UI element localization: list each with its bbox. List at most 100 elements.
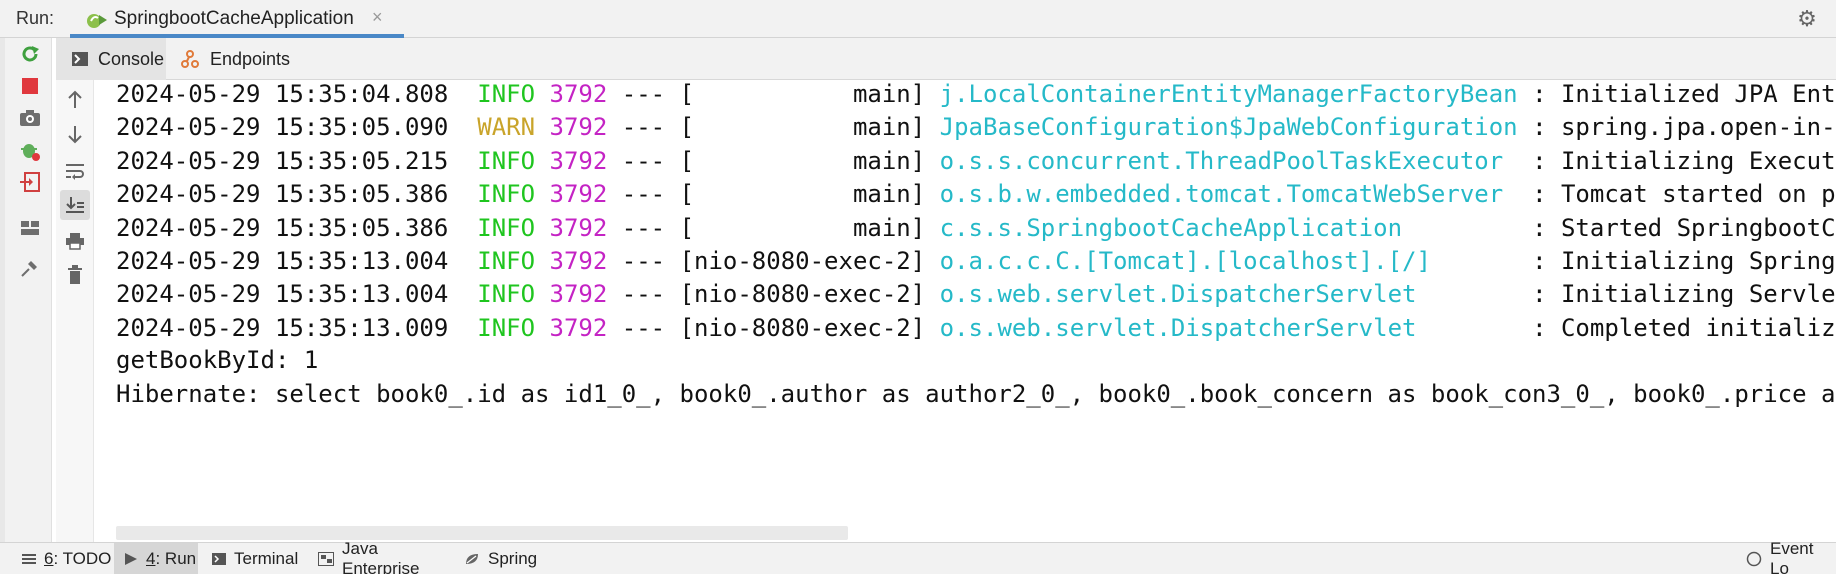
run-icon (124, 552, 138, 566)
log-logger-class[interactable]: o.s.b.w.embedded.tomcat.TomcatWebServer (940, 180, 1518, 208)
tool-window-bar: 6: TODO 4: Run Terminal Java Enterprise … (0, 539, 1836, 574)
log-timestamp: 2024-05-29 15:35:13.004 (116, 247, 449, 275)
log-pid: 3792 (549, 247, 608, 275)
log-message: : spring.jpa.open-in-view (1532, 113, 1836, 142)
up-arrow-icon[interactable] (60, 84, 90, 114)
log-timestamp: 2024-05-29 15:35:05.386 (116, 213, 449, 242)
log-separator: --- (621, 180, 666, 209)
close-icon[interactable]: × (372, 7, 383, 28)
list-icon (22, 553, 36, 565)
log-pid: 3792 (549, 180, 608, 209)
horizontal-scrollbar[interactable] (116, 526, 848, 540)
terminal-label: Terminal (234, 549, 299, 568)
log-timestamp: 2024-05-29 15:35:05.215 (116, 146, 449, 175)
log-line: 2024-05-29 15:35:05.386 INFO 3792 --- [ … (116, 210, 1836, 246)
log-separator: --- (621, 146, 666, 175)
console-text: getBookById: 1 (116, 346, 319, 374)
gear-icon[interactable]: ⚙ (1794, 6, 1820, 32)
log-thread: [nio-8080-exec-2] (679, 313, 926, 342)
todo-tool-button[interactable]: 6: TODO (14, 543, 114, 574)
log-timestamp: 2024-05-29 15:35:04.808 (116, 80, 449, 108)
layout-icon[interactable] (16, 214, 44, 242)
log-logger-class[interactable]: o.a.c.c.C.[Tomcat].[localhost].[/] (940, 247, 1518, 275)
log-logger-class[interactable]: c.s.s.SpringbootCacheApplication (940, 214, 1518, 242)
log-level: INFO (477, 313, 536, 342)
java-enterprise-tool-button[interactable]: Java Enterprise (318, 539, 458, 574)
log-pid: 3792 (549, 113, 608, 142)
log-pid: 3792 (549, 80, 608, 108)
log-level: INFO (477, 280, 536, 309)
log-thread: [ main] (679, 113, 926, 142)
log-level: INFO (477, 80, 536, 108)
run-config-tab[interactable]: SpringbootCacheApplication × (70, 0, 404, 38)
rerun-icon[interactable] (16, 40, 44, 68)
todo-number: 6 (44, 549, 54, 568)
console-output[interactable]: 2024-05-29 15:35:04.808 INFO 3792 --- [ … (96, 80, 1836, 542)
log-separator: --- (621, 247, 666, 275)
run-subtabs: Console Endpoints (56, 38, 1836, 80)
console-toolbar (56, 80, 94, 542)
pin-icon[interactable] (16, 254, 44, 282)
event-log-label: Event Lo (1770, 539, 1814, 574)
terminal-tool-button[interactable]: Terminal (212, 543, 312, 574)
log-message: : Started SpringbootCache (1532, 213, 1836, 242)
log-message: : Initializing Spring Dis (1532, 247, 1836, 275)
down-arrow-icon[interactable] (60, 120, 90, 150)
login-exit-icon[interactable] (16, 168, 44, 196)
log-line: 2024-05-29 15:35:13.004 INFO 3792 --- [n… (116, 243, 1836, 279)
run-config-title: SpringbootCacheApplication (114, 8, 354, 29)
tab-console[interactable]: Console (56, 38, 166, 80)
spring-leaf-icon (464, 552, 480, 566)
run-tool-button[interactable]: 4: Run (114, 543, 198, 574)
log-logger-class[interactable]: j.LocalContainerEntityManagerFactoryBean (940, 80, 1518, 108)
debug-bug-icon[interactable] (16, 136, 44, 164)
event-log-tool-button[interactable]: Event Lo (1746, 539, 1836, 574)
log-line: 2024-05-29 15:35:05.215 INFO 3792 --- [ … (116, 143, 1836, 179)
log-thread: [nio-8080-exec-2] (679, 247, 926, 275)
console-icon (72, 52, 88, 66)
log-level: INFO (477, 180, 536, 209)
run-toolbar: Run: SpringbootCacheApplication × ⚙ (0, 0, 1836, 38)
log-separator: --- (621, 80, 666, 108)
spring-label: Spring (488, 549, 538, 568)
java-enterprise-icon (318, 552, 334, 566)
log-timestamp: 2024-05-29 15:35:05.386 (116, 180, 449, 209)
log-separator: --- (621, 313, 666, 342)
tab-endpoints-label: Endpoints (210, 48, 291, 69)
log-thread: [nio-8080-exec-2] (679, 280, 926, 309)
log-thread: [ main] (679, 80, 926, 108)
trash-icon[interactable] (60, 260, 90, 290)
log-line: 2024-05-29 15:35:05.386 INFO 3792 --- [ … (116, 176, 1836, 212)
log-timestamp: 2024-05-29 15:35:13.004 (116, 280, 449, 309)
console-line: Hibernate: select book0_.id as id1_0_, b… (116, 376, 1836, 412)
log-thread: [ main] (679, 146, 926, 175)
tab-endpoints[interactable]: Endpoints (166, 38, 306, 80)
log-line: 2024-05-29 15:35:05.090 WARN 3792 --- [ … (116, 109, 1836, 145)
todo-label: : TODO (53, 549, 112, 568)
log-separator: --- (621, 213, 666, 242)
soft-wrap-icon[interactable] (60, 156, 90, 186)
run-label: Run: (16, 8, 55, 28)
log-separator: --- (621, 280, 666, 309)
log-logger-class[interactable]: o.s.web.servlet.DispatcherServlet (940, 280, 1518, 308)
tab-console-label: Console (98, 48, 165, 69)
log-message: : Initializing Servlet 'd (1532, 280, 1836, 309)
camera-icon[interactable] (16, 104, 44, 132)
stop-icon[interactable] (16, 72, 44, 100)
terminal-icon (212, 553, 226, 565)
log-logger-class[interactable]: o.s.s.concurrent.ThreadPoolTaskExecutor (940, 147, 1518, 175)
event-log-icon (1746, 551, 1762, 567)
print-icon[interactable] (60, 226, 90, 256)
log-level: INFO (477, 146, 536, 175)
run-number: 4 (146, 549, 156, 568)
log-logger-class[interactable]: o.s.web.servlet.DispatcherServlet (940, 314, 1518, 342)
run-label-bottom: : Run (155, 549, 197, 568)
java-enterprise-label: Java Enterprise (342, 539, 420, 574)
console-line: getBookById: 1 (116, 342, 318, 378)
spring-tool-button[interactable]: Spring (464, 543, 544, 574)
log-timestamp: 2024-05-29 15:35:05.090 (116, 113, 449, 142)
log-logger-class[interactable]: JpaBaseConfiguration$JpaWebConfiguration (940, 113, 1518, 141)
scroll-to-end-icon[interactable] (60, 190, 90, 220)
log-pid: 3792 (549, 313, 608, 342)
log-line: 2024-05-29 15:35:13.009 INFO 3792 --- [n… (116, 310, 1836, 346)
